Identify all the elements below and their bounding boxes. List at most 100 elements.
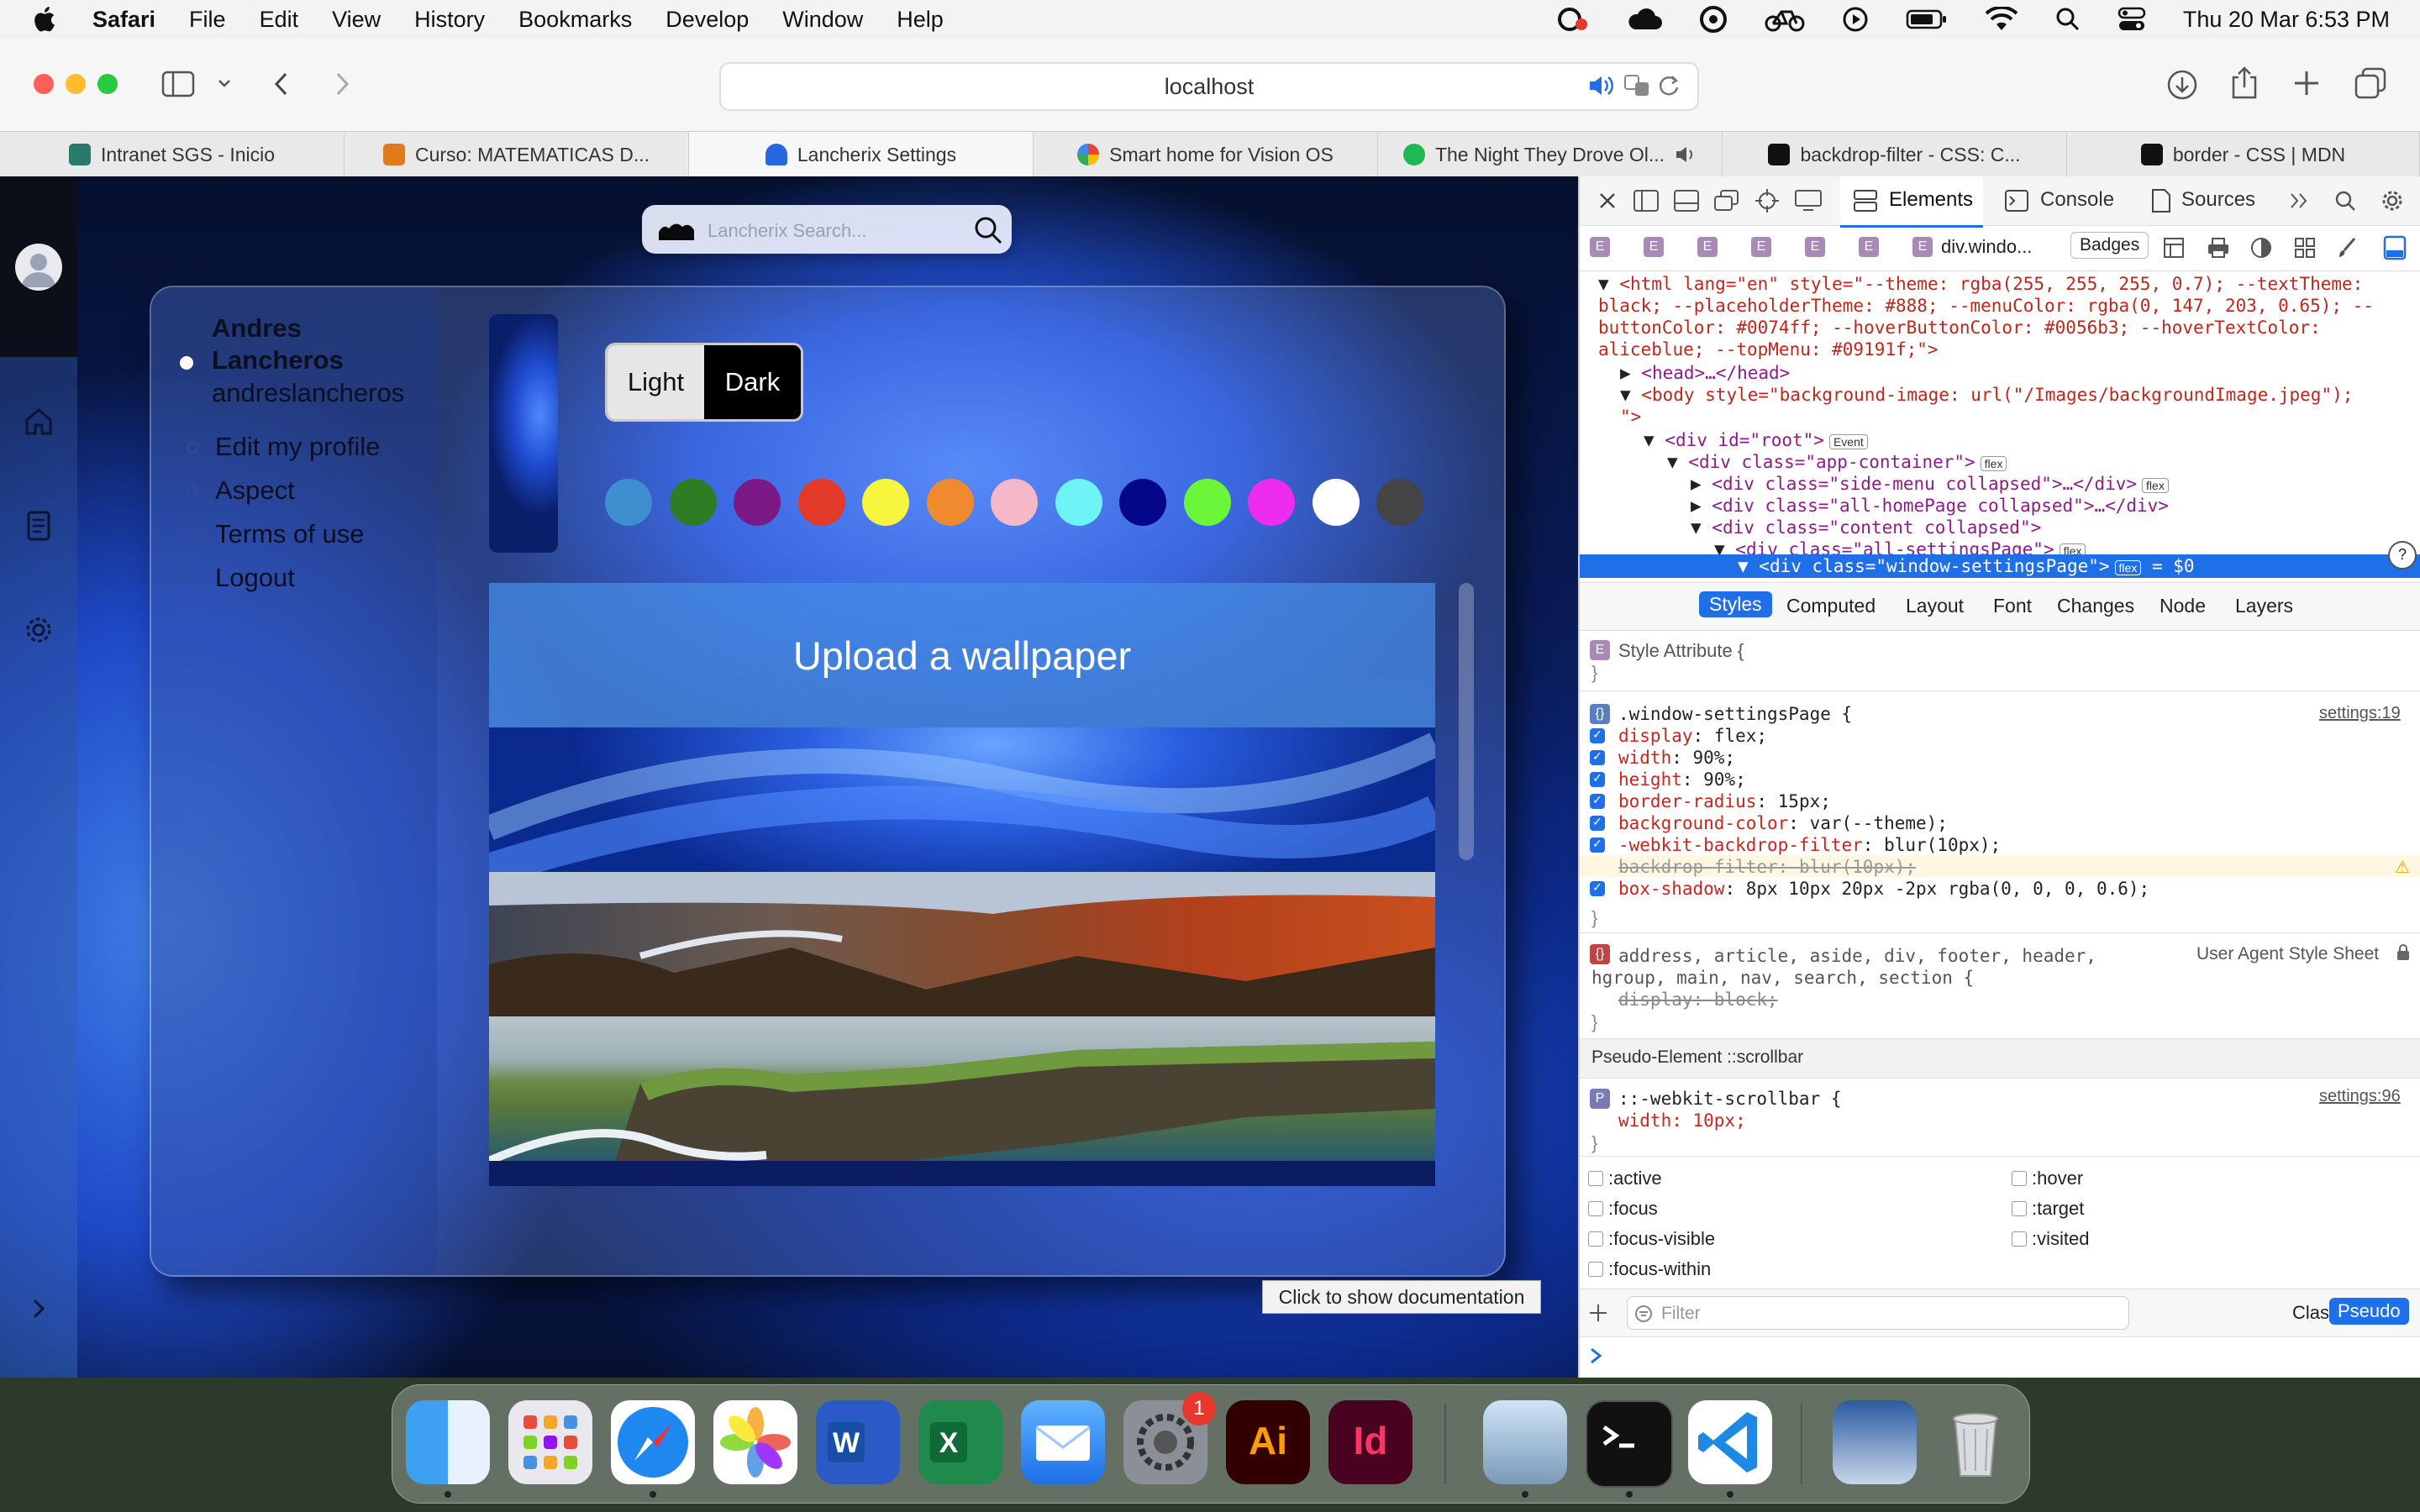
subtab-layers[interactable]: Layers [2235, 595, 2293, 617]
back-button[interactable] [272, 71, 291, 97]
source-link[interactable]: settings:96 [2319, 1087, 2401, 1106]
scrollbar-selector[interactable]: ::-webkit-scrollbar { [1618, 1089, 1842, 1109]
menu-develop[interactable]: Develop [666, 7, 749, 33]
layout-icon[interactable] [2163, 237, 2185, 259]
minimize-window-button[interactable] [66, 74, 86, 94]
wallpaper-space[interactable] [489, 1161, 1435, 1186]
flex-pill[interactable]: flex [1980, 456, 2007, 471]
theme-light-button[interactable]: Light [608, 345, 704, 419]
subtab-font[interactable]: Font [1993, 595, 2032, 617]
color-swatch[interactable] [862, 479, 909, 526]
menu-history[interactable]: History [414, 7, 485, 33]
css-property[interactable]: backdrop-filter: blur(10px); [1618, 857, 1916, 877]
source-link[interactable]: settings:19 [2319, 704, 2401, 723]
css-property[interactable]: display: flex; [1618, 726, 1767, 746]
wallpaper-canyon[interactable] [489, 872, 1435, 1016]
tab-spotify[interactable]: The Night They Drove Ol... [1378, 132, 1723, 177]
grid-icon[interactable] [2294, 237, 2316, 259]
property-checkbox[interactable] [1590, 793, 1605, 809]
translate-icon[interactable] [1623, 74, 1650, 97]
color-swatch[interactable] [605, 479, 652, 526]
help-icon[interactable]: ? [2388, 541, 2417, 570]
speaker-icon[interactable] [1675, 144, 1697, 165]
flex-pill[interactable]: flex [2142, 478, 2169, 493]
apple-icon[interactable] [18, 5, 69, 34]
event-pill[interactable]: Event [1828, 434, 1868, 449]
openai-icon[interactable] [1699, 5, 1728, 34]
search-icon[interactable] [2334, 190, 2356, 212]
menu-help[interactable]: Help [897, 7, 944, 33]
excel-icon[interactable]: X [918, 1400, 1002, 1484]
bicycle-icon[interactable] [1765, 7, 1805, 32]
pseudo-focus-visible[interactable]: :focus-visible [1588, 1228, 1715, 1250]
search-input[interactable]: Lancherix Search... [708, 220, 867, 242]
document-icon[interactable] [22, 509, 55, 543]
pseudo-focus[interactable]: :focus [1588, 1198, 1658, 1220]
gear-icon[interactable] [2380, 188, 2405, 213]
pseudo-hover[interactable]: :hover [2012, 1168, 2083, 1189]
trash-icon[interactable] [1933, 1400, 2018, 1484]
element-badge[interactable]: E [1644, 237, 1664, 257]
subtab-layout[interactable]: Layout [1906, 595, 1964, 617]
element-badge[interactable]: E [1751, 237, 1771, 257]
photos-icon[interactable] [713, 1400, 797, 1484]
color-swatch[interactable] [1055, 479, 1102, 526]
search-icon[interactable] [973, 215, 1003, 245]
chevron-down-icon[interactable] [217, 77, 232, 89]
close-icon[interactable] [1598, 192, 1617, 210]
avatar[interactable] [15, 244, 62, 291]
appearance-icon[interactable] [2250, 237, 2272, 259]
element-badge[interactable]: E [1697, 237, 1718, 257]
zoom-window-button[interactable] [97, 74, 118, 94]
vscode-icon[interactable] [1688, 1400, 1772, 1484]
warning-icon[interactable]: ⚠ [2395, 857, 2410, 878]
tab-console[interactable]: Console [2040, 188, 2114, 212]
color-swatch[interactable] [797, 479, 845, 526]
color-swatch[interactable] [1248, 479, 1295, 526]
subtab-computed[interactable]: Computed [1786, 595, 1876, 617]
chevron-right-icon[interactable] [22, 1292, 55, 1326]
launchpad-icon[interactable] [508, 1400, 592, 1484]
css-property[interactable]: -webkit-backdrop-filter: blur(10px); [1618, 835, 2001, 855]
tab-curso[interactable]: Curso: MATEMATICAS D... [345, 132, 689, 177]
property-checkbox[interactable] [1590, 727, 1605, 743]
spotlight-icon[interactable] [2055, 7, 2081, 32]
add-rule-icon[interactable] [1588, 1303, 1608, 1323]
more-tabs-icon[interactable] [2289, 192, 2309, 210]
flex-pill[interactable]: flex [2114, 560, 2142, 575]
documentation-tooltip[interactable]: Click to show documentation [1262, 1280, 1541, 1314]
word-icon[interactable]: W [816, 1400, 900, 1484]
style-attribute-label[interactable]: Style Attribute { [1618, 640, 1744, 662]
downloads-icon[interactable] [2166, 69, 2198, 101]
menu-clock[interactable]: Thu 20 Mar 6:53 PM [2183, 7, 2390, 33]
subtab-changes[interactable]: Changes [2057, 595, 2134, 617]
color-swatch[interactable] [1376, 479, 1423, 526]
color-swatch[interactable] [734, 479, 781, 526]
css-property[interactable]: border-radius: 15px; [1618, 791, 1831, 811]
detach-icon[interactable] [1714, 190, 1739, 212]
theme-dark-button[interactable]: Dark [704, 345, 801, 419]
menu-edit-profile[interactable]: Edit my profile [215, 432, 380, 462]
menu-logout[interactable]: Logout [215, 563, 295, 593]
gear-icon[interactable] [22, 613, 55, 647]
address-bar[interactable]: localhost [719, 62, 1699, 111]
property-checkbox[interactable] [1590, 815, 1605, 831]
audio-icon[interactable] [1588, 74, 1613, 97]
pseudo-focus-within[interactable]: :focus-within [1588, 1258, 1711, 1280]
color-swatch[interactable] [1119, 479, 1166, 526]
tab-smart-home[interactable]: Smart home for Vision OS [1034, 132, 1378, 177]
dom-node[interactable]: ▼ <div class="app-container"> flex [1667, 452, 2007, 472]
sidebar-toggle-icon[interactable] [161, 71, 195, 97]
tab-elements[interactable]: Elements [1889, 188, 1973, 212]
cloud-icon[interactable] [1627, 8, 1662, 31]
filter-input[interactable]: Filter [1627, 1296, 2129, 1330]
element-badge[interactable]: E [1912, 237, 1933, 257]
scrollbar[interactable] [1459, 583, 1474, 860]
dom-node[interactable]: ▶ <div class="side-menu collapsed">…</di… [1691, 474, 2169, 494]
menu-view[interactable]: View [332, 7, 381, 33]
pseudo-button[interactable]: Pseudo [2329, 1298, 2409, 1325]
menu-file[interactable]: File [189, 7, 226, 33]
share-icon[interactable] [2230, 66, 2259, 101]
element-badge[interactable]: E [1859, 237, 1879, 257]
tab-sources[interactable]: Sources [2181, 188, 2255, 212]
